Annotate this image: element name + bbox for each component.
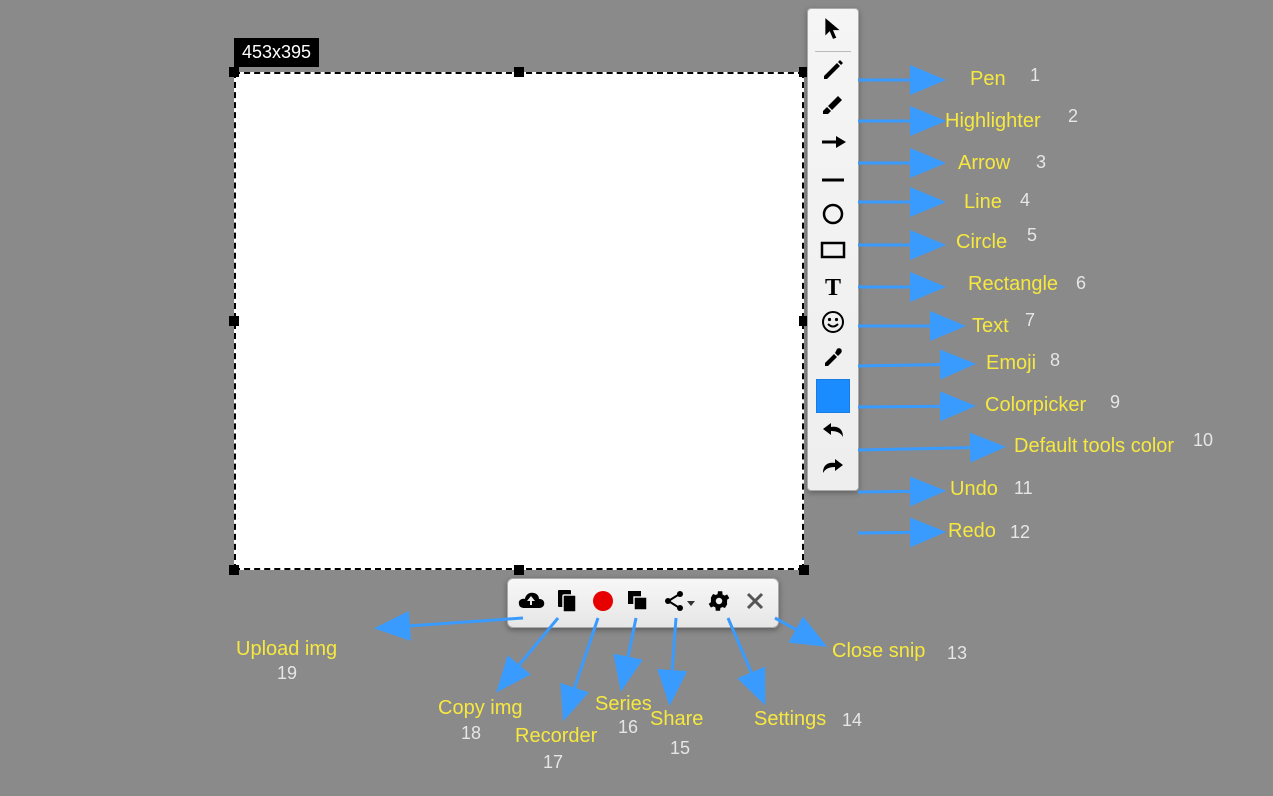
gear-icon <box>706 588 732 619</box>
annotation-label: Share <box>650 708 703 731</box>
circle-icon <box>821 202 845 231</box>
annotation-label: Arrow <box>958 152 1010 175</box>
annotation-label: Rectangle <box>968 273 1058 296</box>
annotation-label: Undo <box>950 478 998 501</box>
annotation-number: 12 <box>1010 522 1030 543</box>
annotation-label: Default tools color <box>1014 435 1174 458</box>
vertical-toolbar: T <box>807 8 859 491</box>
annotation-label: Emoji <box>986 352 1036 375</box>
color-swatch-icon <box>816 379 850 413</box>
upload-img-button[interactable] <box>514 586 548 620</box>
highlighter-tool-button[interactable] <box>813 90 853 126</box>
copy-img-button[interactable] <box>550 586 584 620</box>
rectangle-icon <box>820 240 846 265</box>
annotation-label: Circle <box>956 231 1007 254</box>
emoji-icon <box>821 310 845 339</box>
annotation-number: 18 <box>461 723 481 744</box>
resize-handle-se[interactable] <box>799 565 809 575</box>
close-snip-button[interactable] <box>738 586 772 620</box>
recorder-button[interactable] <box>586 586 620 620</box>
annotation-number: 10 <box>1193 430 1213 451</box>
share-icon <box>663 590 685 617</box>
series-icon <box>626 589 652 618</box>
annotation-label: Line <box>964 191 1002 214</box>
annotation-number: 16 <box>618 717 638 738</box>
undo-icon <box>821 420 845 445</box>
annotation-number: 2 <box>1068 106 1078 127</box>
emoji-tool-button[interactable] <box>813 306 853 342</box>
annotation-number: 1 <box>1030 65 1040 86</box>
redo-button[interactable] <box>813 450 853 486</box>
pen-tool-button[interactable] <box>813 54 853 90</box>
arrow-tool-button[interactable] <box>813 126 853 162</box>
annotation-label: Close snip <box>832 640 925 663</box>
undo-button[interactable] <box>813 414 853 450</box>
record-icon <box>591 589 615 618</box>
annotation-label: Pen <box>970 68 1006 91</box>
annotation-label: Redo <box>948 520 996 543</box>
annotation-number: 14 <box>842 710 862 731</box>
annotation-number: 5 <box>1027 225 1037 246</box>
horizontal-toolbar <box>507 578 779 628</box>
annotation-label: Recorder <box>515 725 597 748</box>
cloud-upload-icon <box>517 590 545 617</box>
line-tool-button[interactable] <box>813 162 853 198</box>
annotation-number: 4 <box>1020 190 1030 211</box>
series-button[interactable] <box>622 586 656 620</box>
text-tool-button[interactable]: T <box>813 270 853 306</box>
resize-handle-s[interactable] <box>514 565 524 575</box>
chevron-down-icon <box>687 601 695 606</box>
annotation-label: Colorpicker <box>985 394 1086 417</box>
annotation-number: 7 <box>1025 310 1035 331</box>
snip-selection-area[interactable] <box>234 72 804 570</box>
annotation-number: 11 <box>1014 478 1033 499</box>
annotation-label: Text <box>972 315 1009 338</box>
default-tools-color-button[interactable] <box>813 378 853 414</box>
line-icon <box>820 171 846 189</box>
circle-tool-button[interactable] <box>813 198 853 234</box>
annotation-label: Settings <box>754 708 826 731</box>
close-icon <box>745 591 765 616</box>
eyedropper-icon <box>821 346 845 375</box>
annotation-number: 15 <box>670 738 690 759</box>
rectangle-tool-button[interactable] <box>813 234 853 270</box>
annotation-label: Highlighter <box>945 110 1041 133</box>
settings-button[interactable] <box>702 586 736 620</box>
annotation-number: 17 <box>543 752 563 773</box>
toolbar-separator <box>815 51 851 52</box>
annotation-number: 3 <box>1036 152 1046 173</box>
annotation-number: 19 <box>277 663 297 684</box>
annotation-label: Upload img <box>236 638 337 661</box>
colorpicker-tool-button[interactable] <box>813 342 853 378</box>
redo-icon <box>821 456 845 481</box>
pen-icon <box>821 58 845 87</box>
annotation-number: 9 <box>1110 392 1120 413</box>
annotation-label: Copy img <box>438 697 522 720</box>
cursor-tool-button[interactable] <box>813 13 853 49</box>
resize-handle-n[interactable] <box>514 67 524 77</box>
selection-dimensions-badge: 453x395 <box>234 38 319 67</box>
annotation-label: Series <box>595 693 652 716</box>
annotation-number: 8 <box>1050 350 1060 371</box>
annotation-number: 6 <box>1076 273 1086 294</box>
arrow-icon <box>820 134 846 155</box>
resize-handle-nw[interactable] <box>229 67 239 77</box>
cursor-icon <box>822 17 844 46</box>
text-icon: T <box>825 275 841 302</box>
resize-handle-sw[interactable] <box>229 565 239 575</box>
resize-handle-w[interactable] <box>229 316 239 326</box>
highlighter-icon <box>820 94 846 123</box>
annotation-number: 13 <box>947 643 967 664</box>
copy-icon <box>555 588 579 619</box>
share-button[interactable] <box>658 586 700 620</box>
